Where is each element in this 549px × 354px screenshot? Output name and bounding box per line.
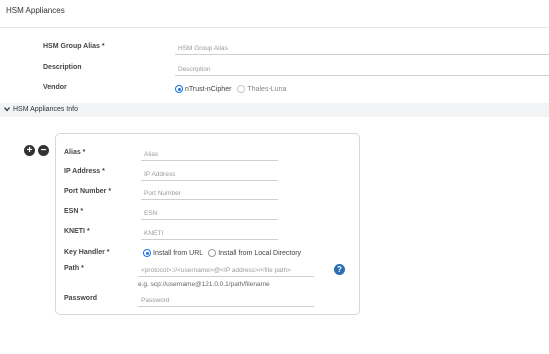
vendor-ntrust-label[interactable]: nTrust-nCipher	[185, 86, 231, 93]
chevron-down-icon[interactable]	[4, 106, 10, 114]
description-label: Description	[43, 64, 82, 71]
vendor-radio-group: nTrust-nCipher Thales-Luna	[175, 85, 286, 93]
password-input[interactable]	[138, 295, 314, 307]
alias-input[interactable]	[141, 149, 278, 161]
port-number-label: Port Number *	[64, 188, 112, 195]
ip-address-label: IP Address *	[64, 168, 105, 175]
path-hint: e.g. scp://username@121.0.0.1/path/filen…	[138, 281, 270, 288]
kneti-label: KNETI *	[64, 228, 90, 235]
alias-label: Alias *	[64, 149, 86, 156]
install-from-local-radio[interactable]	[208, 249, 217, 257]
plus-circle-icon[interactable]: +	[24, 145, 35, 156]
description-input[interactable]	[175, 64, 549, 76]
minus-circle-icon[interactable]: −	[38, 145, 49, 156]
esn-input[interactable]	[141, 208, 278, 220]
section-title: HSM Appliances Info	[13, 106, 78, 113]
password-label: Password	[64, 295, 98, 302]
kneti-input[interactable]	[141, 228, 278, 240]
install-from-url-label[interactable]: Install from URL	[153, 250, 203, 257]
esn-label: ESN *	[64, 208, 84, 215]
port-number-input[interactable]	[141, 188, 278, 200]
key-handler-radio-group: Install from URL Install from Local Dire…	[143, 249, 301, 257]
help-icon[interactable]: ?	[334, 264, 345, 275]
key-handler-label: Key Handler *	[64, 249, 110, 256]
ip-address-input[interactable]	[141, 169, 278, 181]
vendor-thales-radio[interactable]	[237, 85, 246, 93]
hsm-group-alias-input[interactable]	[175, 43, 549, 55]
page-title: HSM Appliances	[6, 6, 65, 15]
install-from-local-label[interactable]: Install from Local Directory	[218, 250, 301, 257]
vendor-ntrust-radio[interactable]	[175, 85, 183, 93]
vendor-thales-label[interactable]: Thales-Luna	[247, 86, 286, 93]
title-bar: HSM Appliances	[0, 0, 549, 28]
path-input[interactable]	[138, 265, 314, 277]
path-label: Path *	[64, 265, 84, 272]
hsm-group-alias-label: HSM Group Alias *	[43, 43, 105, 50]
vendor-label: Vendor	[43, 84, 67, 91]
install-from-url-radio[interactable]	[143, 249, 151, 257]
hsm-appliances-info-section[interactable]: HSM Appliances Info	[0, 103, 549, 117]
